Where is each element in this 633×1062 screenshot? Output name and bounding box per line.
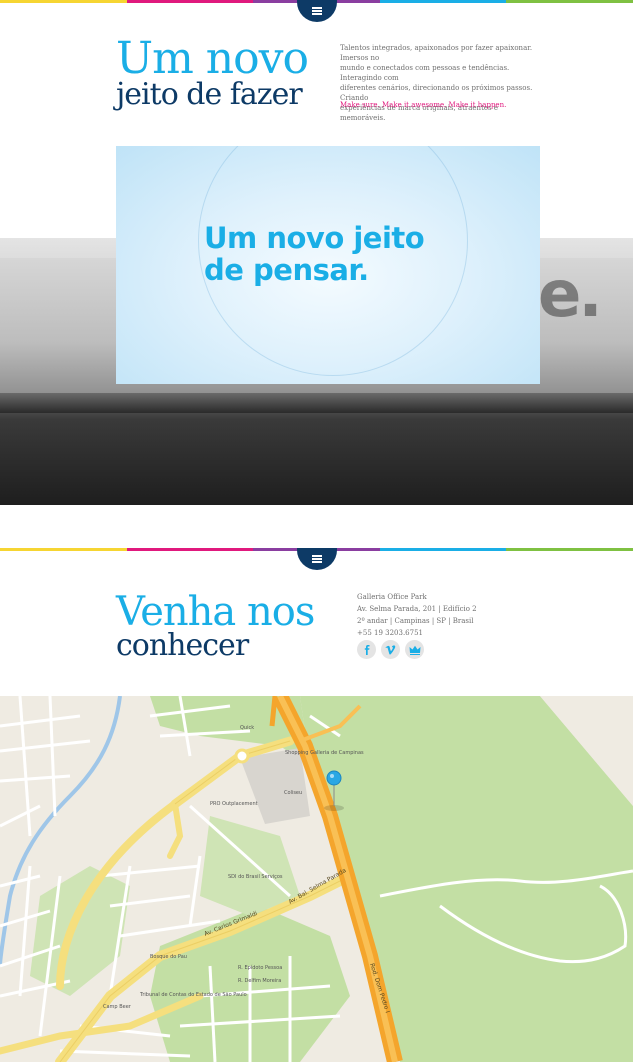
video-title-line1: Um novo jeito — [204, 221, 425, 255]
facebook-icon — [364, 644, 369, 655]
contact-section: Venha nos conhecer Galleria Office Park … — [0, 548, 633, 1062]
phone-number: +55 19 3203.6751 — [357, 629, 423, 637]
map-label-bosque: Bosque do Pau — [150, 954, 187, 960]
stripe-green — [506, 548, 633, 551]
contact-headline-line2: conhecer — [116, 628, 249, 663]
stripe-yellow — [0, 0, 127, 3]
intro-headline-line1: Um novo — [116, 33, 309, 84]
map-label-camp-beer: Camp Beer — [103, 1004, 132, 1010]
menu-button[interactable] — [297, 548, 337, 570]
intro-body-line: mundo e conectados com pessoas e tendênc… — [340, 64, 510, 82]
video-title-line2: de pensar. — [204, 253, 369, 287]
video-title: Um novo jeito de pensar. — [204, 221, 425, 287]
location-map[interactable]: Quick Shopping Galleria de Campinas Coli… — [0, 696, 633, 1062]
intro-headline-line2: jeito de fazer — [116, 77, 303, 112]
map-label-quick: Quick — [240, 725, 254, 731]
facebook-link[interactable] — [357, 640, 376, 659]
map-label-epidoto: R. Epídoto Pessoa — [238, 964, 282, 971]
intro-body: Talentos integrados, apaixonados por faz… — [340, 43, 540, 123]
vimeo-icon — [385, 644, 396, 655]
stripe-blue — [379, 548, 507, 551]
intro-body-line: diferentes cenários, direcionando os pró… — [340, 84, 533, 102]
intro-body-line: Talentos integrados, apaixonados por faz… — [340, 44, 533, 62]
address-line: 2º andar | Campinas | SP | Brasil — [357, 617, 474, 625]
hamburger-icon — [312, 555, 322, 563]
crown-icon — [409, 645, 420, 655]
crown-link[interactable] — [405, 640, 424, 659]
stripe-pink — [126, 0, 254, 3]
menu-button[interactable] — [297, 0, 337, 22]
stripe-yellow — [0, 548, 127, 551]
map-canvas[interactable]: Quick Shopping Galleria de Campinas Coli… — [0, 696, 633, 1062]
stripe-green — [506, 0, 633, 3]
address-line: Av. Selma Parada, 201 | Edifício 2 — [357, 605, 477, 613]
section-gap — [0, 505, 633, 548]
vimeo-link[interactable] — [381, 640, 400, 659]
photo-shelf-edge — [0, 393, 633, 413]
map-label-delfin: R. Delfim Moreira — [238, 978, 281, 984]
map-label-sesi: SDI do Brasil Serviços — [228, 874, 283, 880]
blurred-logo-image: e. — [538, 258, 603, 332]
contact-headline-line1: Venha nos — [116, 589, 315, 635]
map-label-pro: PRO Outplacement — [210, 801, 258, 807]
map-label-coliseu: Coliseu — [284, 790, 302, 796]
map-label-shopping: Shopping Galleria de Campinas — [285, 750, 364, 756]
address-line: Galleria Office Park — [357, 593, 427, 601]
video-player[interactable]: Um novo jeito de pensar. — [116, 146, 540, 384]
intro-section: Um novo jeito de fazer Talentos integrad… — [0, 0, 633, 505]
social-links — [357, 640, 424, 659]
hamburger-icon — [312, 7, 322, 15]
stripe-pink — [126, 548, 254, 551]
stripe-blue — [379, 0, 507, 3]
map-label-tribunal: Tribunal de Contas do Estado de São Paul… — [139, 992, 247, 998]
address-block: Galleria Office Park Av. Selma Parada, 2… — [357, 591, 477, 639]
tagline: Make sure. Make it awesome. Make it happ… — [340, 101, 507, 109]
